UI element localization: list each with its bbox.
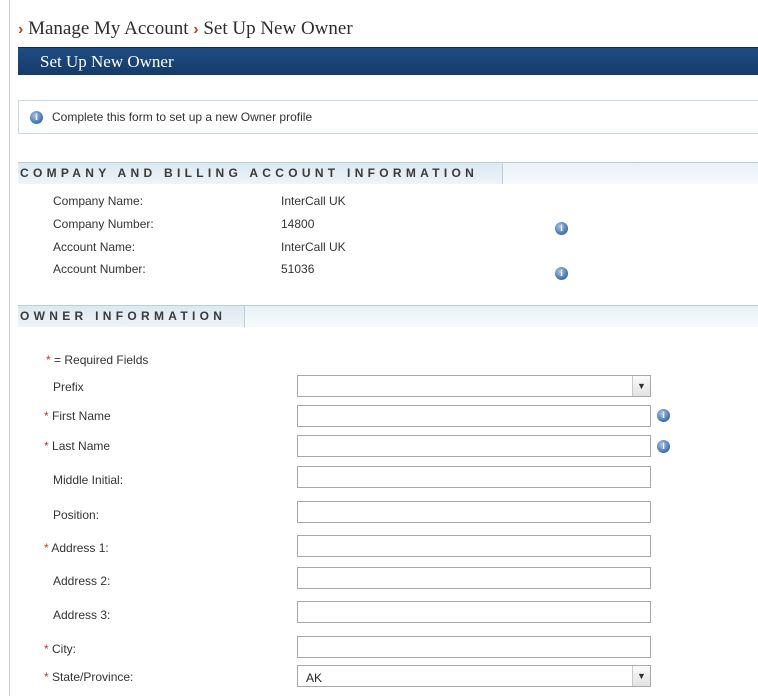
middle-initial-label: Middle Initial:: [53, 473, 124, 487]
chevron-right-icon: ›: [18, 21, 24, 38]
company-number-value: 14800: [281, 217, 315, 231]
breadcrumb-link-manage-account[interactable]: Manage My Account: [28, 18, 188, 39]
position-input[interactable]: [297, 501, 651, 523]
chevron-right-icon: ›: [193, 21, 199, 38]
info-icon[interactable]: i: [657, 440, 670, 453]
address2-label: Address 2:: [53, 574, 111, 588]
breadcrumb-current: Set Up New Owner: [203, 18, 353, 39]
state-province-label: * State/Province:: [44, 670, 134, 684]
address1-label: * Address 1:: [44, 541, 109, 555]
chevron-down-icon[interactable]: ▼: [632, 666, 650, 686]
owner-section-title: OWNER INFORMATION: [20, 309, 227, 323]
first-name-label: * First Name: [44, 409, 111, 423]
info-icon[interactable]: i: [555, 222, 568, 235]
middle-initial-input[interactable]: [297, 466, 651, 488]
last-name-input[interactable]: [297, 435, 651, 457]
address2-input[interactable]: [297, 567, 651, 589]
page-title-bar: Set Up New Owner: [18, 47, 758, 75]
company-name-label: Company Name:: [53, 194, 144, 208]
instruction-text: Complete this form to set up a new Owner…: [52, 110, 313, 124]
page-title: Set Up New Owner: [40, 52, 174, 71]
company-section-header: COMPANY AND BILLING ACCOUNT INFORMATION: [18, 162, 758, 184]
company-name-value: InterCall UK: [281, 194, 346, 208]
prefix-label: Prefix: [53, 380, 84, 394]
state-province-value: AK: [306, 671, 323, 685]
required-fields-note: * = Required Fields: [46, 353, 148, 367]
prefix-select[interactable]: ▼: [297, 375, 651, 397]
state-province-select[interactable]: AK ▼: [297, 665, 651, 687]
left-border: [9, 0, 10, 696]
address1-input[interactable]: [297, 535, 651, 557]
account-number-value: 51036: [281, 262, 315, 276]
last-name-label: * Last Name: [44, 439, 111, 453]
first-name-input[interactable]: [297, 405, 651, 427]
chevron-down-icon[interactable]: ▼: [632, 376, 650, 396]
company-section-title: COMPANY AND BILLING ACCOUNT INFORMATION: [20, 166, 479, 180]
info-icon: i: [30, 111, 43, 124]
required-star: *: [46, 353, 51, 367]
company-number-label: Company Number:: [53, 217, 154, 231]
account-name-label: Account Name:: [53, 240, 136, 254]
info-icon[interactable]: i: [657, 409, 670, 422]
city-label: * City:: [44, 642, 77, 656]
address3-input[interactable]: [297, 601, 651, 623]
owner-section-header: OWNER INFORMATION: [18, 305, 758, 327]
required-note-text: = Required Fields: [54, 353, 149, 367]
city-input[interactable]: [297, 636, 651, 658]
instruction-box: i Complete this form to set up a new Own…: [18, 100, 758, 134]
address3-label: Address 3:: [53, 608, 111, 622]
breadcrumb: › Manage My Account › Set Up New Owner: [18, 18, 353, 40]
position-label: Position:: [53, 508, 100, 522]
info-icon[interactable]: i: [555, 267, 568, 280]
account-name-value: InterCall UK: [281, 240, 346, 254]
account-number-label: Account Number:: [53, 262, 146, 276]
